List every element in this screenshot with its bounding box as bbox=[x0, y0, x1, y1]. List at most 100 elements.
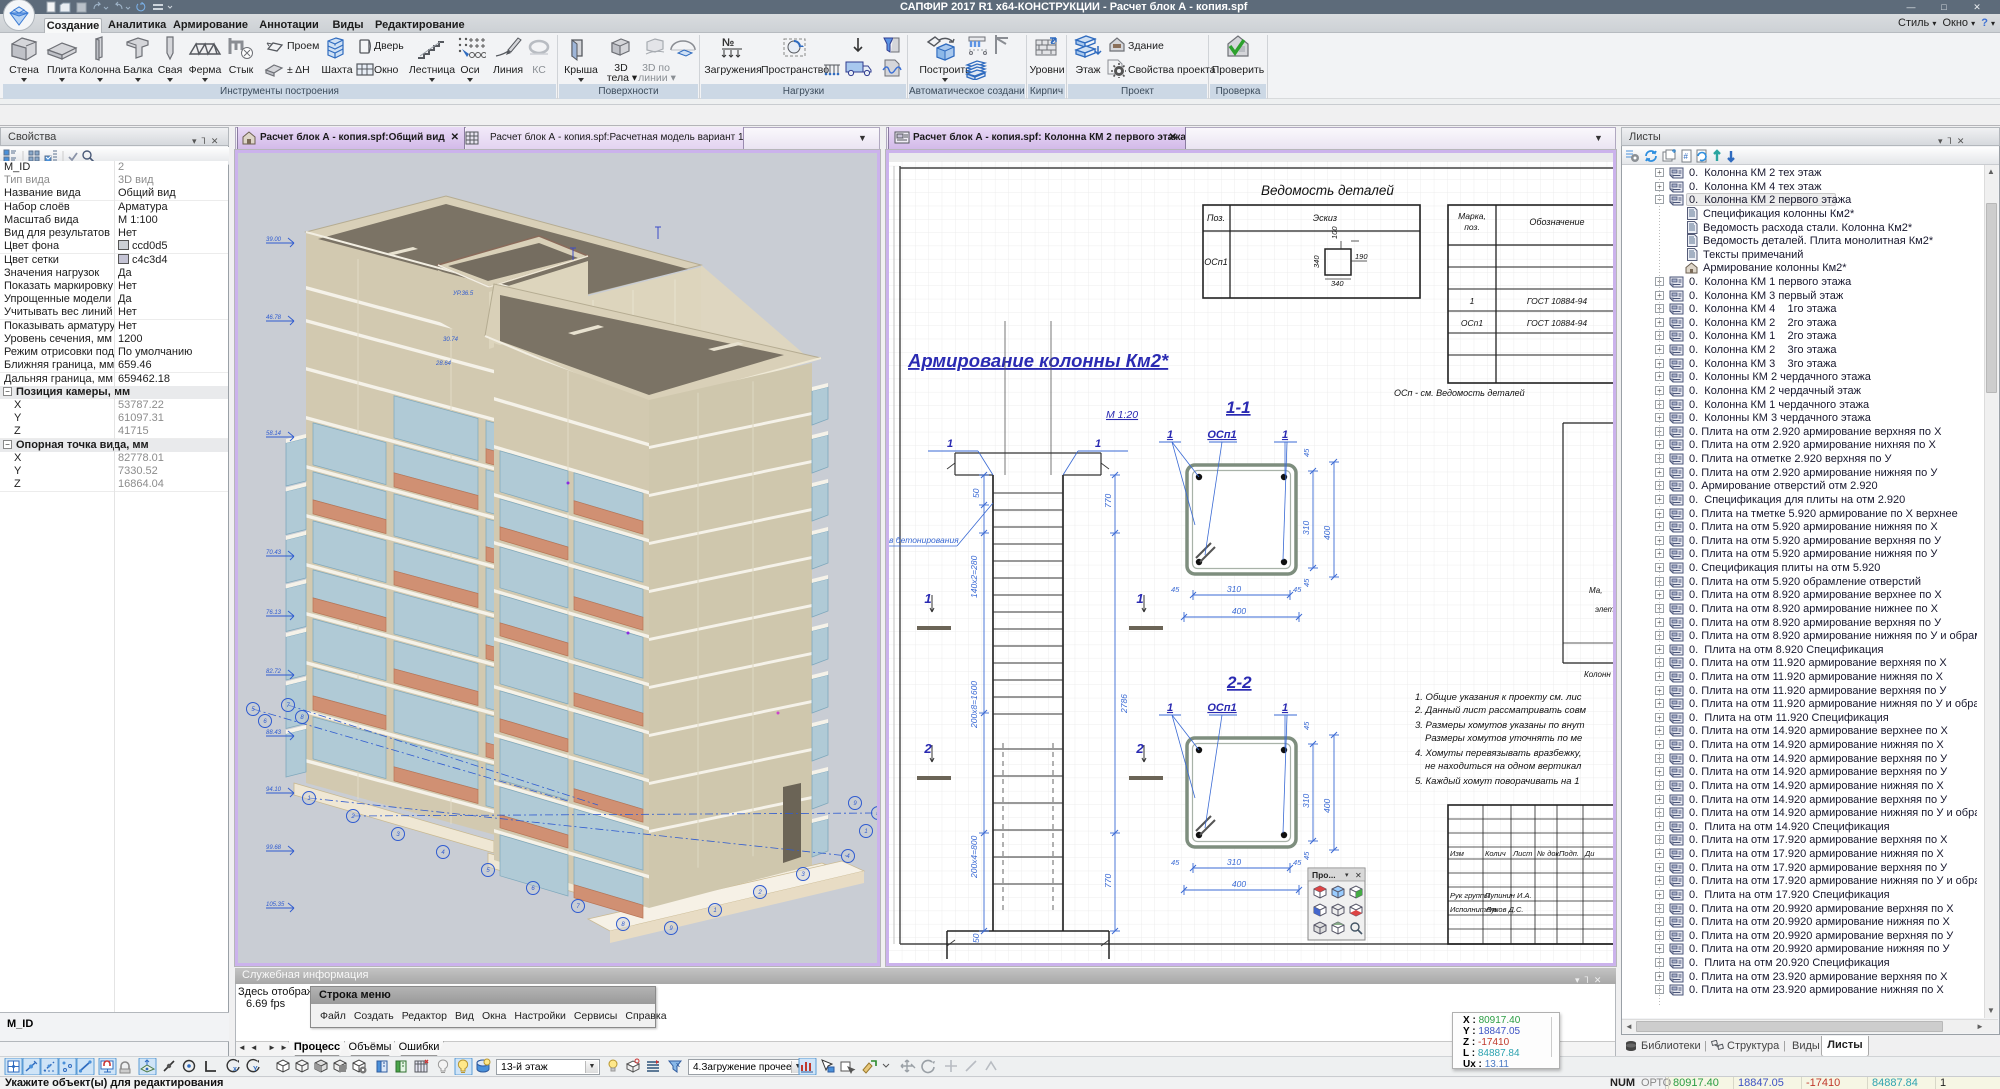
svg-text:2: 2 bbox=[350, 814, 355, 820]
svg-text:ОСп1: ОСп1 bbox=[1204, 257, 1227, 267]
svg-text:Про...: Про... bbox=[1312, 870, 1336, 880]
svg-text:310: 310 bbox=[1227, 584, 1241, 594]
svg-text:1: 1 bbox=[1167, 429, 1173, 441]
svg-text:Размеры хомутов уточнять по ме: Размеры хомутов уточнять по ме bbox=[1425, 733, 1582, 744]
svg-text:ОСп1: ОСп1 bbox=[1461, 318, 1483, 328]
svg-text:5. Каждый хомут поворачивать н: 5. Каждый хомут поворачивать на 1 bbox=[1415, 776, 1579, 787]
svg-text:4. Хомуты перевязывать вразбеж: 4. Хомуты перевязывать вразбежку, bbox=[1415, 748, 1582, 759]
svg-text:1. Общие указания к проекту см: 1. Общие указания к проекту см. лис bbox=[1415, 692, 1582, 703]
svg-text:2: 2 bbox=[923, 741, 932, 756]
svg-text:Марка,: Марка, bbox=[1458, 211, 1486, 221]
svg-text:2: 2 bbox=[757, 890, 762, 896]
svg-text:ОСп1: ОСп1 bbox=[1207, 429, 1236, 441]
svg-text:39.00: 39.00 bbox=[266, 237, 282, 243]
svg-text:1: 1 bbox=[1282, 702, 1288, 714]
svg-text:50: 50 bbox=[971, 933, 981, 943]
svg-text:Ма,: Ма, bbox=[1589, 586, 1602, 595]
svg-text:Поз.: Поз. bbox=[1207, 213, 1225, 223]
svg-text:Колонн: Колонн bbox=[1584, 670, 1611, 679]
svg-text:ОСп1: ОСп1 bbox=[1207, 702, 1236, 714]
svg-text:2: 2 bbox=[1135, 741, 1144, 756]
svg-text:Подп.: Подп. bbox=[1559, 849, 1579, 858]
svg-text:№: № bbox=[722, 37, 734, 49]
svg-text:45: 45 bbox=[1293, 858, 1302, 867]
svg-text:200х8=1600: 200х8=1600 bbox=[969, 681, 979, 729]
svg-text:М 1:20: М 1:20 bbox=[1106, 409, 1138, 421]
svg-text:400: 400 bbox=[1232, 879, 1246, 889]
svg-text:УР.36.5: УР.36.5 bbox=[452, 291, 474, 297]
svg-text:2. Данный лист рассматривать с: 2. Данный лист рассматривать совм bbox=[1414, 705, 1586, 716]
svg-text:45: 45 bbox=[1302, 448, 1311, 457]
svg-text:45: 45 bbox=[1293, 585, 1302, 594]
svg-text:Изм: Изм bbox=[1450, 849, 1464, 858]
svg-text:340: 340 bbox=[1331, 279, 1344, 288]
svg-text:50: 50 bbox=[971, 488, 981, 498]
svg-text:400: 400 bbox=[1322, 799, 1332, 813]
svg-text:x: x bbox=[233, 1066, 237, 1073]
svg-text:Эскиз: Эскиз bbox=[1313, 213, 1337, 223]
svg-text:1: 1 bbox=[713, 908, 716, 914]
svg-text:Рук группы: Рук группы bbox=[1450, 891, 1490, 900]
svg-text:2786: 2786 bbox=[1119, 694, 1129, 714]
svg-text:400: 400 bbox=[1232, 606, 1246, 616]
svg-text:Ди: Ди bbox=[1584, 849, 1595, 858]
svg-text:элет: элет bbox=[1595, 605, 1613, 614]
svg-text:Y: Y bbox=[253, 1066, 258, 1073]
svg-text:340: 340 bbox=[1312, 255, 1321, 268]
svg-text:310: 310 bbox=[1301, 521, 1311, 535]
svg-text:94.10: 94.10 bbox=[266, 787, 282, 793]
svg-text:1: 1 bbox=[1136, 591, 1143, 606]
svg-text:400: 400 bbox=[1322, 526, 1332, 540]
svg-text:Лист: Лист bbox=[1512, 849, 1532, 858]
svg-text:#: # bbox=[1684, 152, 1689, 161]
svg-text:x: x bbox=[676, 1062, 680, 1069]
svg-text:100: 100 bbox=[1330, 226, 1339, 239]
svg-text:45: 45 bbox=[1171, 585, 1180, 594]
svg-text:£: £ bbox=[1051, 37, 1056, 46]
svg-text:Луков Д.С.: Луков Д.С. bbox=[1485, 905, 1523, 914]
svg-text:Колич: Колич bbox=[1485, 849, 1506, 858]
svg-text:1: 1 bbox=[864, 829, 867, 835]
svg-text:190: 190 bbox=[1355, 252, 1368, 261]
svg-text:1-1: 1-1 bbox=[1226, 398, 1251, 417]
svg-text:ОСп - см. Ведомость деталей: ОСп - см. Ведомость деталей bbox=[1394, 388, 1525, 398]
svg-text:82.72: 82.72 bbox=[266, 669, 282, 675]
svg-text:76.13: 76.13 bbox=[266, 610, 282, 616]
svg-text:✕: ✕ bbox=[1355, 871, 1362, 880]
svg-text:Ведомость деталей: Ведомость деталей bbox=[1261, 183, 1394, 198]
svg-text:1: 1 bbox=[1095, 438, 1101, 450]
svg-text:2: 2 bbox=[875, 811, 877, 817]
svg-text:310: 310 bbox=[1227, 857, 1241, 867]
svg-text:46.78: 46.78 bbox=[266, 315, 282, 321]
svg-text:не находиться на одном вертика: не находиться на одном вертикал bbox=[1425, 761, 1582, 772]
svg-text:Обозначение: Обозначение bbox=[1529, 217, 1584, 227]
svg-text:310: 310 bbox=[1301, 794, 1311, 808]
svg-text:140х2=280: 140х2=280 bbox=[969, 555, 979, 598]
svg-text:1: 1 bbox=[307, 796, 310, 802]
svg-text:45: 45 bbox=[1302, 851, 1311, 860]
svg-text:в бетонирования: в бетонирования bbox=[889, 535, 959, 545]
svg-text:58.14: 58.14 bbox=[266, 431, 282, 437]
svg-text:30.74: 30.74 bbox=[443, 337, 459, 343]
svg-text:70.43: 70.43 bbox=[266, 550, 282, 556]
svg-text:3. Размеры хомутов указаны по: 3. Размеры хомутов указаны по внут bbox=[1415, 720, 1585, 731]
svg-text:ГОСТ 10884-94: ГОСТ 10884-94 bbox=[1527, 296, 1588, 306]
svg-text:▾: ▾ bbox=[1345, 872, 1349, 879]
svg-text:88.43: 88.43 bbox=[266, 730, 282, 736]
svg-text:45: 45 bbox=[1302, 721, 1311, 730]
svg-text:200х4=800: 200х4=800 bbox=[969, 835, 979, 879]
svg-text:1: 1 bbox=[1470, 296, 1475, 306]
svg-text:№ док.: № док. bbox=[1537, 849, 1561, 858]
svg-text:99.68: 99.68 bbox=[266, 845, 282, 851]
svg-text:1: 1 bbox=[1282, 429, 1288, 441]
svg-text:770: 770 bbox=[1103, 874, 1113, 888]
svg-text:1: 1 bbox=[924, 591, 931, 606]
svg-text:Пупинин И.А.: Пупинин И.А. bbox=[1485, 891, 1532, 900]
svg-text:28.64: 28.64 bbox=[435, 361, 452, 367]
svg-text:1: 1 bbox=[947, 438, 953, 450]
svg-text:поз.: поз. bbox=[1464, 222, 1480, 232]
svg-text:ГОСТ 10884-94: ГОСТ 10884-94 bbox=[1527, 318, 1588, 328]
svg-text:105.35: 105.35 bbox=[266, 902, 285, 908]
svg-text:770: 770 bbox=[1103, 494, 1113, 508]
svg-text:1: 1 bbox=[1167, 702, 1173, 714]
